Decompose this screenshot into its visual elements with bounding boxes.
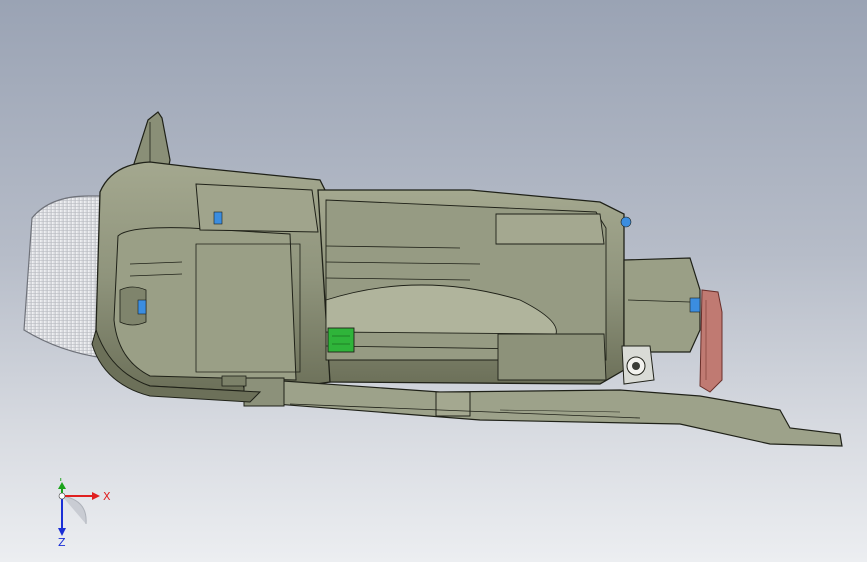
rear-seal-gasket xyxy=(699,289,723,393)
housing-main-body xyxy=(317,189,632,385)
orientation-triad[interactable]: X Y Z xyxy=(40,478,120,548)
lower-mount-arm xyxy=(239,377,843,447)
triad-z-axis xyxy=(58,496,66,536)
headlamp-lens xyxy=(23,195,105,359)
triad-origin xyxy=(58,492,66,500)
graphics-viewport[interactable]: X Y Z xyxy=(0,0,867,562)
triad-plane xyxy=(61,495,87,525)
y-axis-label: Y xyxy=(57,478,64,484)
z-axis-label: Z xyxy=(58,536,66,548)
wire-connector xyxy=(327,327,355,353)
housing-shell-left xyxy=(95,161,331,393)
aim-adjuster xyxy=(621,345,655,385)
3d-model-headlamp[interactable] xyxy=(0,0,867,562)
rear-cap xyxy=(623,257,701,353)
x-axis-label: X xyxy=(103,490,111,503)
